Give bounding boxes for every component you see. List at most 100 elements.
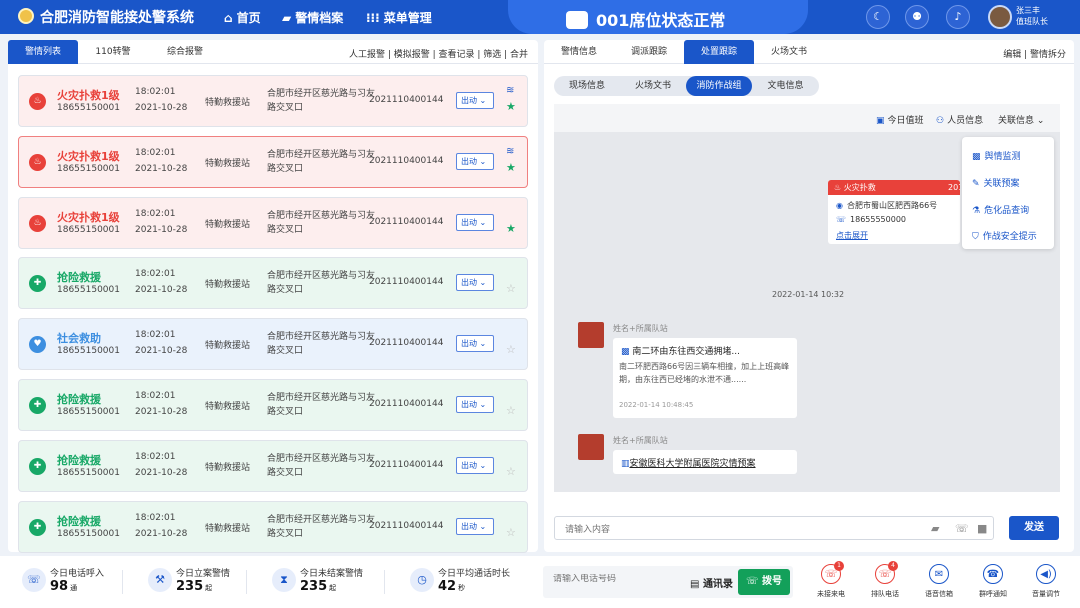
incident-card[interactable]: ✚ 抢险救援 18655150001 18:02:01 2021-10-28 特勤救援站 合… — [18, 500, 528, 553]
rescue-icon: ✚ — [29, 518, 46, 536]
star-icon[interactable]: ☆ — [506, 344, 518, 356]
tab-combined-report[interactable]: 综合报警 — [148, 40, 222, 64]
tab-incident-list[interactable]: 警情列表 — [8, 40, 78, 64]
star-icon[interactable]: ★ — [506, 101, 518, 113]
plan-link[interactable]: ▥ 安徽医科大学附属医院灾情预案 — [621, 456, 756, 469]
top-header: 合肥消防智能接处警系统 ⌂ 首页 ▰ 警情档案 ⁝⁝⁝ 菜单管理 001席位状态正常 … — [0, 0, 1080, 34]
expand-link[interactable]: 点击展开 — [836, 230, 868, 241]
missed-calls-button[interactable]: ☏ 1 未接来电 — [811, 561, 851, 599]
incident-time: 18:02:01 — [135, 330, 176, 341]
left-actions[interactable]: 人工报警 | 模拟报警 | 查看记录 | 筛选 | 合并 — [349, 47, 528, 60]
contacts-button[interactable]: ▤ 通讯录 — [690, 575, 733, 590]
moon-icon[interactable]: ☾ — [866, 5, 890, 29]
sender-name: 姓名+所属队站 — [613, 324, 668, 333]
layers-icon[interactable]: ≋ — [506, 85, 518, 97]
star-icon[interactable]: ☆ — [506, 405, 518, 417]
menu-item-related-plan[interactable]: ✎ 关联预案 — [972, 176, 1020, 189]
send-button[interactable]: 发送 — [1009, 516, 1059, 540]
message-bubble[interactable]: ▥ 安徽医科大学附属医院灾情预案 — [613, 450, 797, 474]
user-icon[interactable]: ⚉ — [905, 5, 929, 29]
missed-call-icon: ☏ 1 — [821, 561, 844, 584]
dispatch-select[interactable]: 出动 ⌄ — [456, 517, 494, 535]
fire-badge-logo — [18, 8, 34, 24]
incident-number: 2021110400144 — [369, 277, 444, 288]
nav-archive[interactable]: ▰ 警情档案 — [282, 9, 343, 26]
incident-date: 2021-10-28 — [135, 103, 188, 113]
incident-card[interactable]: ♨ 火灾扑救1级 18655150001 18:02:01 2021-10-28 特勤救援… — [18, 135, 528, 188]
aid-icon: ♥ — [29, 336, 46, 354]
incident-number: 2021110400144 — [369, 95, 444, 105]
star-icon[interactable]: ★ — [506, 161, 518, 174]
tab-incident-info[interactable]: 警情信息 — [544, 40, 614, 64]
right-actions[interactable]: 编辑 | 警情拆分 — [1003, 47, 1066, 60]
group-call-button[interactable]: ☎ 群呼通知 — [973, 564, 1013, 599]
related-dropdown[interactable]: 关联信息 ⌄ — [998, 113, 1044, 126]
dispatch-select[interactable]: 出动 ⌄ — [456, 274, 494, 292]
phone-number-input[interactable] — [553, 574, 673, 584]
tab-dispatch-track[interactable]: 调派跟踪 — [614, 40, 684, 64]
dispatch-select[interactable]: 出动 ⌄ — [456, 152, 494, 170]
incident-time: 18:02:01 — [135, 391, 176, 401]
incident-date: 2021-10-28 — [135, 467, 188, 478]
incident-card[interactable]: ✚ 抢险救援 18655150001 18:02:01 2021-10-28 特勤救援站 合… — [18, 379, 528, 431]
incident-time: 18:02:01 — [135, 87, 176, 97]
menu-item-safety-tip[interactable]: ⛉ 作战安全提示 — [972, 229, 1037, 242]
dispatch-select[interactable]: 出动 ⌄ — [456, 456, 494, 474]
dispatch-select[interactable]: 出动 ⌄ — [456, 92, 494, 109]
duty-button[interactable]: ▣ 今日值班 — [876, 113, 924, 126]
menu-item-sentiment[interactable]: ▩ 舆情监测 — [972, 149, 1021, 162]
volume-button[interactable]: ◀) 音量调节 — [1026, 564, 1066, 599]
incident-address: 合肥市经开区慈光路与习友路交叉口 — [267, 393, 376, 417]
star-icon[interactable]: ★ — [506, 222, 518, 235]
dispatch-select[interactable]: 出动 ⌄ — [456, 335, 494, 353]
chevron-down-icon: ⌄ — [477, 156, 487, 166]
incident-card[interactable]: ♨ 火灾扑救1级 18655150001 18:02:01 2021-10-28 特勤救援… — [18, 75, 528, 127]
subtab-scene-info[interactable]: 现场信息 — [554, 76, 620, 96]
message-input-box: ▰ ☏ ■ — [554, 516, 994, 541]
folder-icon[interactable]: ▰ — [931, 522, 939, 535]
app-title: 合肥消防智能接处警系统 — [40, 10, 194, 26]
layers-icon[interactable]: ≋ — [506, 146, 518, 158]
tab-110-transfer[interactable]: 110转警 — [78, 40, 148, 64]
dispatch-select[interactable]: 出动 ⌄ — [456, 396, 494, 413]
gavel-icon: ⚒ — [148, 568, 172, 592]
dispatch-select[interactable]: 出动 ⌄ — [456, 213, 494, 231]
chevron-down-icon: ⌄ — [477, 521, 487, 531]
star-icon[interactable]: ☆ — [506, 465, 518, 478]
edit-icon: ✎ — [972, 179, 980, 189]
avatar[interactable] — [988, 5, 1012, 29]
incident-card[interactable]: ♥ 社会救助 18655150001 18:02:01 2021-10-28 特勤救援站 合… — [18, 318, 528, 371]
right-tabs: 警情信息 调派跟踪 处置跟踪 火场文书 编辑 | 警情拆分 — [544, 40, 1074, 64]
dial-button[interactable]: ☏ 拨号 — [738, 569, 790, 595]
star-icon[interactable]: ☆ — [506, 283, 518, 295]
queue-calls-button[interactable]: ☏ 4 排队电话 — [865, 561, 905, 599]
subtab-combat-group[interactable]: 消防作战组 — [686, 76, 752, 96]
telephone-icon — [566, 10, 588, 29]
incident-station: 特勤救援站 — [205, 523, 251, 534]
incident-phone: 18655150001 — [57, 224, 120, 235]
video-icon[interactable]: ■ — [977, 522, 987, 535]
incident-number: 2021110400144 — [369, 338, 444, 349]
incident-card[interactable]: ♨ 火灾扑救1级 18655150001 18:02:01 2021-10-28 特勤救援… — [18, 196, 528, 249]
nav-menu[interactable]: ⁝⁝⁝ 菜单管理 — [366, 9, 432, 26]
subtab-telegram-info[interactable]: 文电信息 — [752, 76, 819, 96]
bell-icon[interactable]: ♪ — [946, 5, 970, 29]
staff-button[interactable]: ⚇ 人员信息 — [936, 113, 983, 126]
home-icon: ⌂ — [224, 11, 233, 25]
subtab-fire-docs[interactable]: 火场文书 — [620, 76, 686, 96]
tab-fire-docs[interactable]: 火场文书 — [754, 40, 824, 64]
message-bubble[interactable]: ▩ 南二环由东往西交通拥堵... 南二环肥西路66号因三辆车相撞，加上上班高峰期… — [613, 338, 797, 418]
nav-home[interactable]: ⌂ 首页 — [224, 9, 261, 26]
phone-icon[interactable]: ☏ — [955, 522, 969, 535]
menu-item-hazmat[interactable]: ⚗ 危化品查询 — [972, 203, 1029, 216]
incident-type: 火灾扑救1级 — [57, 210, 120, 224]
voicemail-button[interactable]: ✉ 语音信箱 — [919, 564, 959, 599]
star-icon[interactable]: ☆ — [506, 526, 518, 539]
incident-address: 合肥市经开区慈光路与习友路交叉口 — [267, 332, 376, 357]
incident-station: 特勤救援站 — [205, 219, 251, 230]
tab-disposal-track[interactable]: 处置跟踪 — [684, 40, 754, 64]
sender-name: 姓名+所属队站 — [613, 436, 668, 445]
incident-card[interactable]: ✚ 抢险救援 18655150001 18:02:01 2021-10-28 特勤救援站 合… — [18, 439, 528, 492]
message-input[interactable] — [555, 519, 915, 541]
incident-card[interactable]: ✚ 抢险救援 18655150001 18:02:01 2021-10-28 特勤救援站 合… — [18, 257, 528, 310]
